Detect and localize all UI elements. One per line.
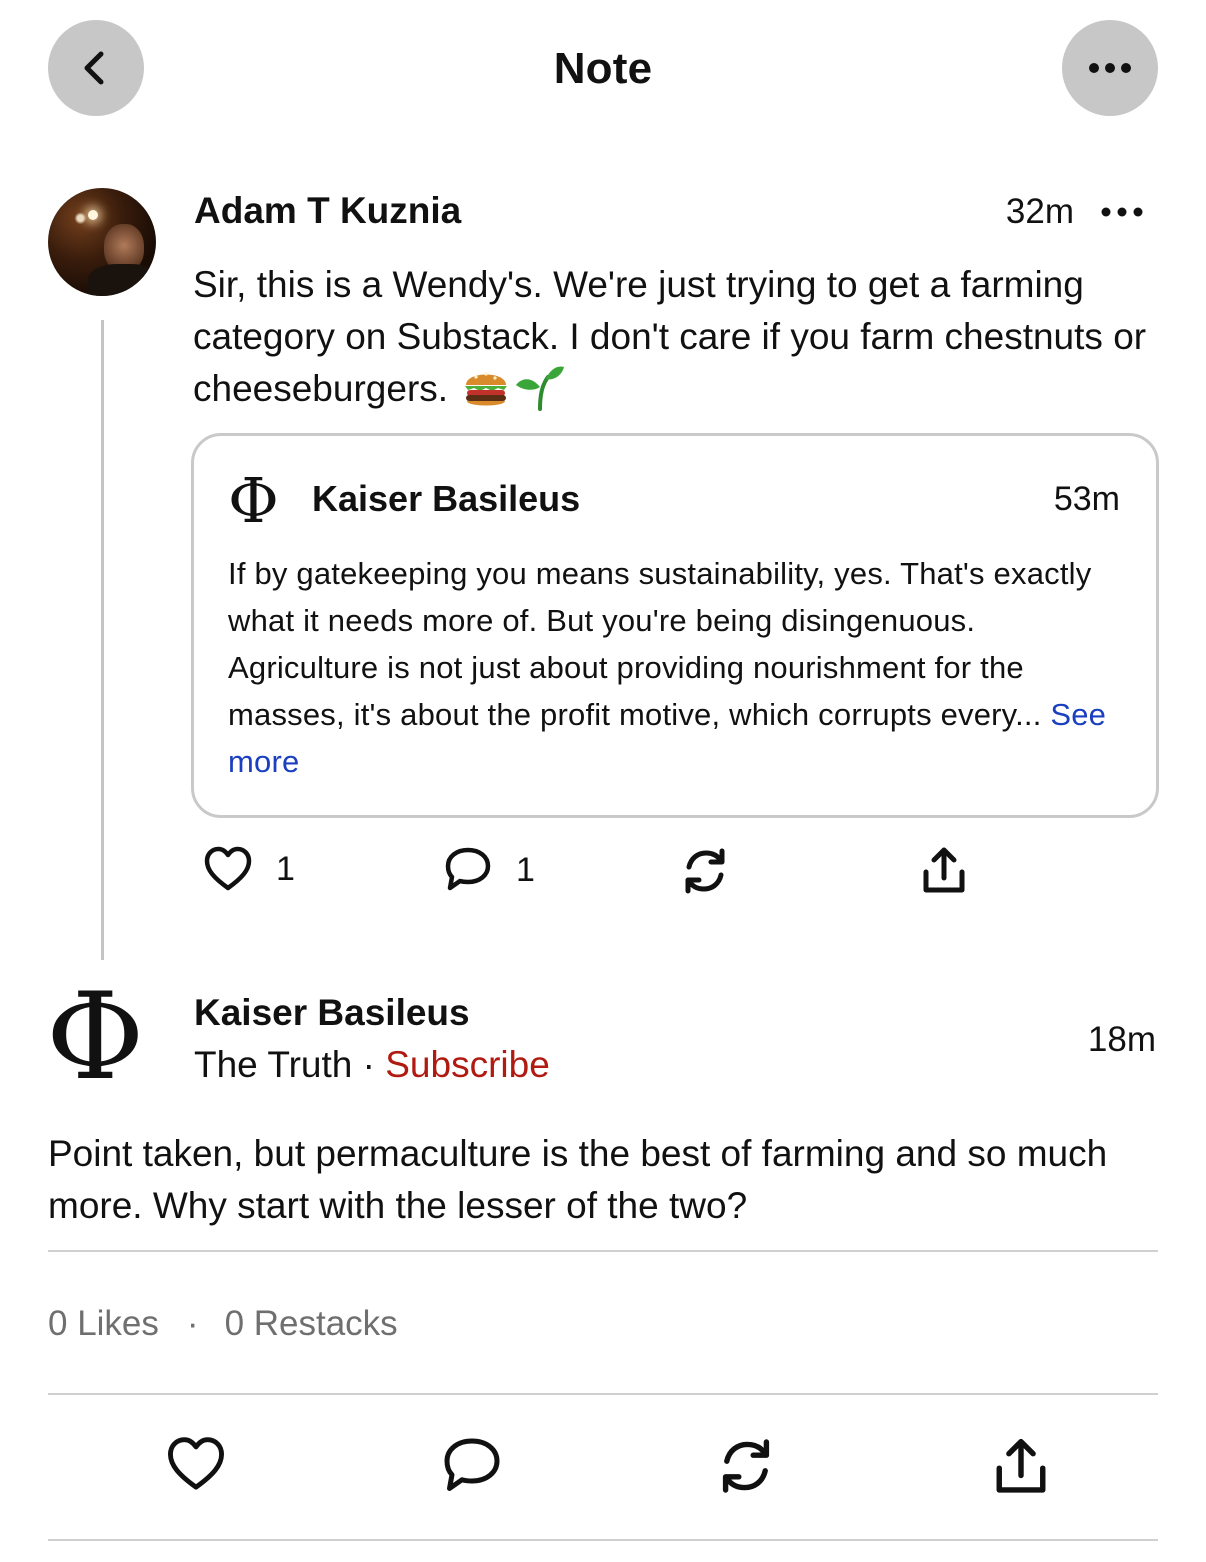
share-icon bbox=[923, 847, 965, 893]
divider bbox=[48, 1250, 1158, 1252]
parent-more-button[interactable] bbox=[1098, 198, 1146, 226]
restack-button[interactable] bbox=[680, 846, 730, 896]
like-count: 1 bbox=[276, 849, 295, 888]
parent-author-name[interactable]: Adam T Kuznia bbox=[194, 190, 461, 232]
thread-line bbox=[101, 320, 104, 960]
publication-line: The Truth · Subscribe bbox=[194, 1044, 550, 1086]
divider bbox=[48, 1539, 1158, 1541]
seedling-emoji bbox=[514, 363, 566, 425]
publication-name[interactable]: The Truth bbox=[194, 1044, 352, 1085]
comment-icon bbox=[445, 847, 491, 891]
separator-dot: · bbox=[352, 1044, 386, 1085]
engagement-stats: 0 Likes · 0 Restacks bbox=[48, 1304, 398, 1344]
restack-icon bbox=[722, 1439, 770, 1493]
parent-timestamp: 32m bbox=[1005, 192, 1074, 231]
burger-emoji bbox=[462, 363, 510, 425]
quoted-note-body: If by gatekeeping you means sustainabili… bbox=[228, 550, 1128, 785]
main-timestamp: 18m bbox=[1087, 1020, 1156, 1059]
parent-note-text: Sir, this is a Wendy's. We're just tryin… bbox=[193, 264, 1147, 409]
main-author-name[interactable]: Kaiser Basileus bbox=[194, 992, 470, 1034]
likes-count-link[interactable]: 0 Likes bbox=[48, 1304, 159, 1344]
quoted-timestamp: 53m bbox=[1053, 480, 1120, 518]
comment-icon bbox=[444, 1438, 500, 1491]
subscribe-link[interactable]: Subscribe bbox=[385, 1044, 550, 1085]
like-button[interactable]: 1 bbox=[204, 846, 295, 892]
page-title: Note bbox=[553, 44, 653, 93]
parent-note-body: Sir, this is a Wendy's. We're just tryin… bbox=[193, 259, 1153, 425]
ellipsis-icon bbox=[1089, 63, 1131, 73]
quoted-note-text: If by gatekeeping you means sustainabili… bbox=[228, 556, 1092, 732]
restack-button[interactable] bbox=[716, 1436, 776, 1496]
restack-icon bbox=[685, 848, 725, 894]
publication-logo[interactable]: Φ bbox=[46, 978, 144, 1098]
share-icon bbox=[996, 1438, 1046, 1493]
stats-separator: · bbox=[186, 1304, 199, 1343]
ellipsis-icon bbox=[1101, 207, 1143, 217]
share-button[interactable] bbox=[920, 846, 968, 896]
quoted-author-name[interactable]: Kaiser Basileus bbox=[312, 478, 580, 520]
heart-icon bbox=[204, 846, 252, 891]
publication-logo: Φ bbox=[228, 464, 279, 537]
share-button[interactable] bbox=[992, 1436, 1050, 1498]
restacks-count-link[interactable]: 0 Restacks bbox=[225, 1304, 398, 1344]
comment-button[interactable]: 1 bbox=[444, 846, 535, 894]
divider bbox=[48, 1393, 1158, 1395]
avatar[interactable] bbox=[48, 188, 156, 296]
more-options-button[interactable] bbox=[1062, 20, 1158, 116]
like-button[interactable] bbox=[166, 1436, 226, 1492]
comment-button[interactable] bbox=[442, 1436, 502, 1496]
comment-count: 1 bbox=[516, 850, 535, 889]
heart-icon bbox=[168, 1437, 225, 1490]
main-note-body: Point taken, but permaculture is the bes… bbox=[48, 1133, 1108, 1226]
